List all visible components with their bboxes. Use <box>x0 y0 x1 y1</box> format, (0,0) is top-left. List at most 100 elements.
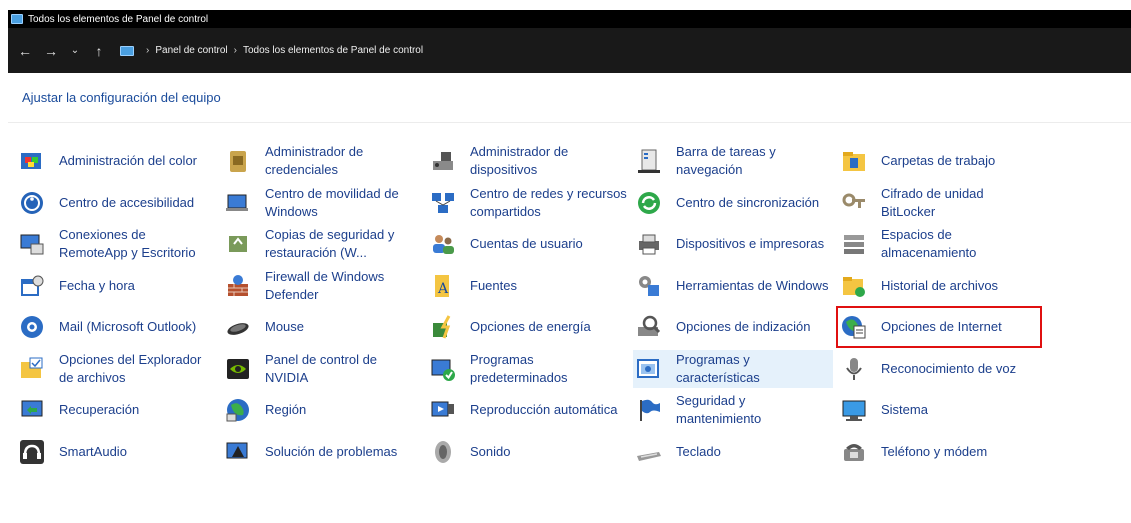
control-panel-item-label: Mouse <box>265 319 305 334</box>
control-panel-item[interactable]: Sonido <box>427 433 627 471</box>
control-panel-item[interactable]: Centro de redes y recursos compartidos <box>427 184 627 222</box>
indexing-icon <box>633 311 665 343</box>
control-panel-item-label: Teléfono y módem <box>881 444 988 459</box>
network-center-icon <box>427 187 459 219</box>
control-panel-item-label: Administración del color <box>59 153 198 168</box>
breadcrumb-item[interactable]: Panel de control <box>155 45 227 56</box>
sound-icon <box>427 436 459 468</box>
breadcrumb-separator[interactable]: › <box>146 45 149 56</box>
file-history-icon <box>838 270 870 302</box>
control-panel-item[interactable]: Recuperación <box>16 391 216 429</box>
svg-text:A: A <box>437 281 449 297</box>
nvidia-icon <box>222 353 254 385</box>
control-panel-item-label: Recuperación <box>59 402 140 417</box>
control-panel-item[interactable]: Espacios de almacenamiento <box>838 225 1038 263</box>
color-management-icon <box>16 145 48 177</box>
device-manager-icon <box>427 145 459 177</box>
back-button[interactable]: ← <box>12 41 38 61</box>
control-panel-icon <box>11 14 23 24</box>
control-panel-item-label: Conexiones de RemoteApp y Escritorio <box>59 227 196 260</box>
control-panel-item[interactable]: Centro de accesibilidad <box>16 184 216 222</box>
control-panel-item[interactable]: Sistema <box>838 391 1038 429</box>
phone-modem-icon <box>838 436 870 468</box>
control-panel-item[interactable]: Cifrado de unidad BitLocker <box>838 184 1038 222</box>
taskbar-icon <box>633 145 665 177</box>
control-panel-item[interactable]: Copias de seguridad y restauración (W... <box>222 225 422 263</box>
sync-center-icon <box>633 187 665 219</box>
control-panel-item[interactable]: Programas y características <box>633 350 833 388</box>
control-panel-item[interactable]: Panel de control de NVIDIA <box>222 350 422 388</box>
control-panel-item[interactable]: Seguridad y mantenimiento <box>633 391 833 429</box>
control-panel-item[interactable]: Barra de tareas y navegación <box>633 142 833 180</box>
control-panel-item[interactable]: Teléfono y módem <box>838 433 1038 471</box>
control-panel-item[interactable]: Administrador de dispositivos <box>427 142 627 180</box>
default-programs-icon <box>427 353 459 385</box>
control-panel-item[interactable]: Solución de problemas <box>222 433 422 471</box>
control-panel-item-label: Seguridad y mantenimiento <box>676 393 762 426</box>
control-panel-item[interactable]: Herramientas de Windows <box>633 267 833 305</box>
accessibility-icon <box>16 187 48 219</box>
control-panel-item[interactable]: Fecha y hora <box>16 267 216 305</box>
control-panel-item-label: Solución de problemas <box>265 444 398 459</box>
control-panel-item-label: Sistema <box>881 402 928 417</box>
page-heading: Ajustar la configuración del equipo <box>22 90 221 105</box>
divider <box>8 122 1131 123</box>
control-panel-item-label: Programas y características <box>676 352 760 385</box>
control-panel-item[interactable]: Opciones de energía <box>427 308 627 346</box>
date-time-icon <box>16 270 48 302</box>
control-panel-item-label: Centro de redes y recursos compartidos <box>470 186 627 219</box>
work-folders-icon <box>838 145 870 177</box>
control-panel-item[interactable]: Mail (Microsoft Outlook) <box>16 308 216 346</box>
control-panel-item[interactable]: SmartAudio <box>16 433 216 471</box>
control-panel-item[interactable]: Opciones del Explorador de archivos <box>16 350 216 388</box>
control-panel-item[interactable]: Firewall de Windows Defender <box>222 267 422 305</box>
breadcrumb[interactable]: › Panel de control › Todos los elementos… <box>120 45 423 56</box>
breadcrumb-separator[interactable]: › <box>234 45 237 56</box>
bitlocker-icon <box>838 187 870 219</box>
control-panel-item[interactable]: A Fuentes <box>427 267 627 305</box>
breadcrumb-item[interactable]: Todos los elementos de Panel de control <box>243 45 423 56</box>
control-panel-item-label: Barra de tareas y navegación <box>676 144 776 177</box>
control-panel-item-label: Fecha y hora <box>59 278 135 293</box>
control-panel-item[interactable]: Programas predeterminados <box>427 350 627 388</box>
control-panel-item[interactable]: Dispositivos e impresoras <box>633 225 833 263</box>
control-panel-item[interactable]: Centro de sincronización <box>633 184 833 222</box>
up-button[interactable]: ↑ <box>86 41 112 61</box>
control-panel-item[interactable]: Opciones de Internet <box>836 306 1042 348</box>
microphone-icon <box>838 353 870 385</box>
control-panel-item-label: Espacios de almacenamiento <box>881 227 977 260</box>
control-panel-item[interactable]: Mouse <box>222 308 422 346</box>
control-panel-icon <box>120 45 134 56</box>
control-panel-item-label: Cuentas de usuario <box>470 236 583 251</box>
mobility-center-icon <box>222 187 254 219</box>
control-panel-item[interactable]: Región <box>222 391 422 429</box>
control-panel-item-label: Opciones de energía <box>470 319 591 334</box>
control-panel-item-label: Copias de seguridad y restauración (W... <box>265 227 395 260</box>
control-panel-item[interactable]: Centro de movilidad de Windows <box>222 184 422 222</box>
control-panel-item-label: Firewall de Windows Defender <box>265 269 385 302</box>
control-panel-item[interactable]: Reproducción automática <box>427 391 627 429</box>
control-panel-item[interactable]: Reconocimiento de voz <box>838 350 1038 388</box>
control-panel-item-label: Panel de control de NVIDIA <box>265 352 378 385</box>
control-panel-item-label: Programas predeterminados <box>470 352 568 385</box>
control-panel-item[interactable]: Administrador de credenciales <box>222 142 422 180</box>
forward-button[interactable]: → <box>38 41 64 61</box>
autoplay-icon <box>427 394 459 426</box>
control-panel-item[interactable]: Administración del color <box>16 142 216 180</box>
control-panel-item-label: Centro de sincronización <box>676 195 820 210</box>
control-panel-item[interactable]: Opciones de indización <box>633 308 833 346</box>
mail-icon <box>16 311 48 343</box>
control-panel-item[interactable]: Teclado <box>633 433 833 471</box>
control-panel-item[interactable]: Conexiones de RemoteApp y Escritorio <box>16 225 216 263</box>
user-accounts-icon <box>427 228 459 260</box>
system-icon <box>838 394 870 426</box>
backup-icon <box>222 228 254 260</box>
control-panel-item[interactable]: Historial de archivos <box>838 267 1038 305</box>
recovery-icon <box>16 394 48 426</box>
explorer-options-icon <box>16 353 48 385</box>
recent-locations-button[interactable]: ⌄ <box>64 41 86 61</box>
control-panel-item[interactable]: Carpetas de trabajo <box>838 142 1038 180</box>
power-options-icon <box>427 311 459 343</box>
control-panel-item[interactable]: Cuentas de usuario <box>427 225 627 263</box>
control-panel-item-label: Región <box>265 402 307 417</box>
